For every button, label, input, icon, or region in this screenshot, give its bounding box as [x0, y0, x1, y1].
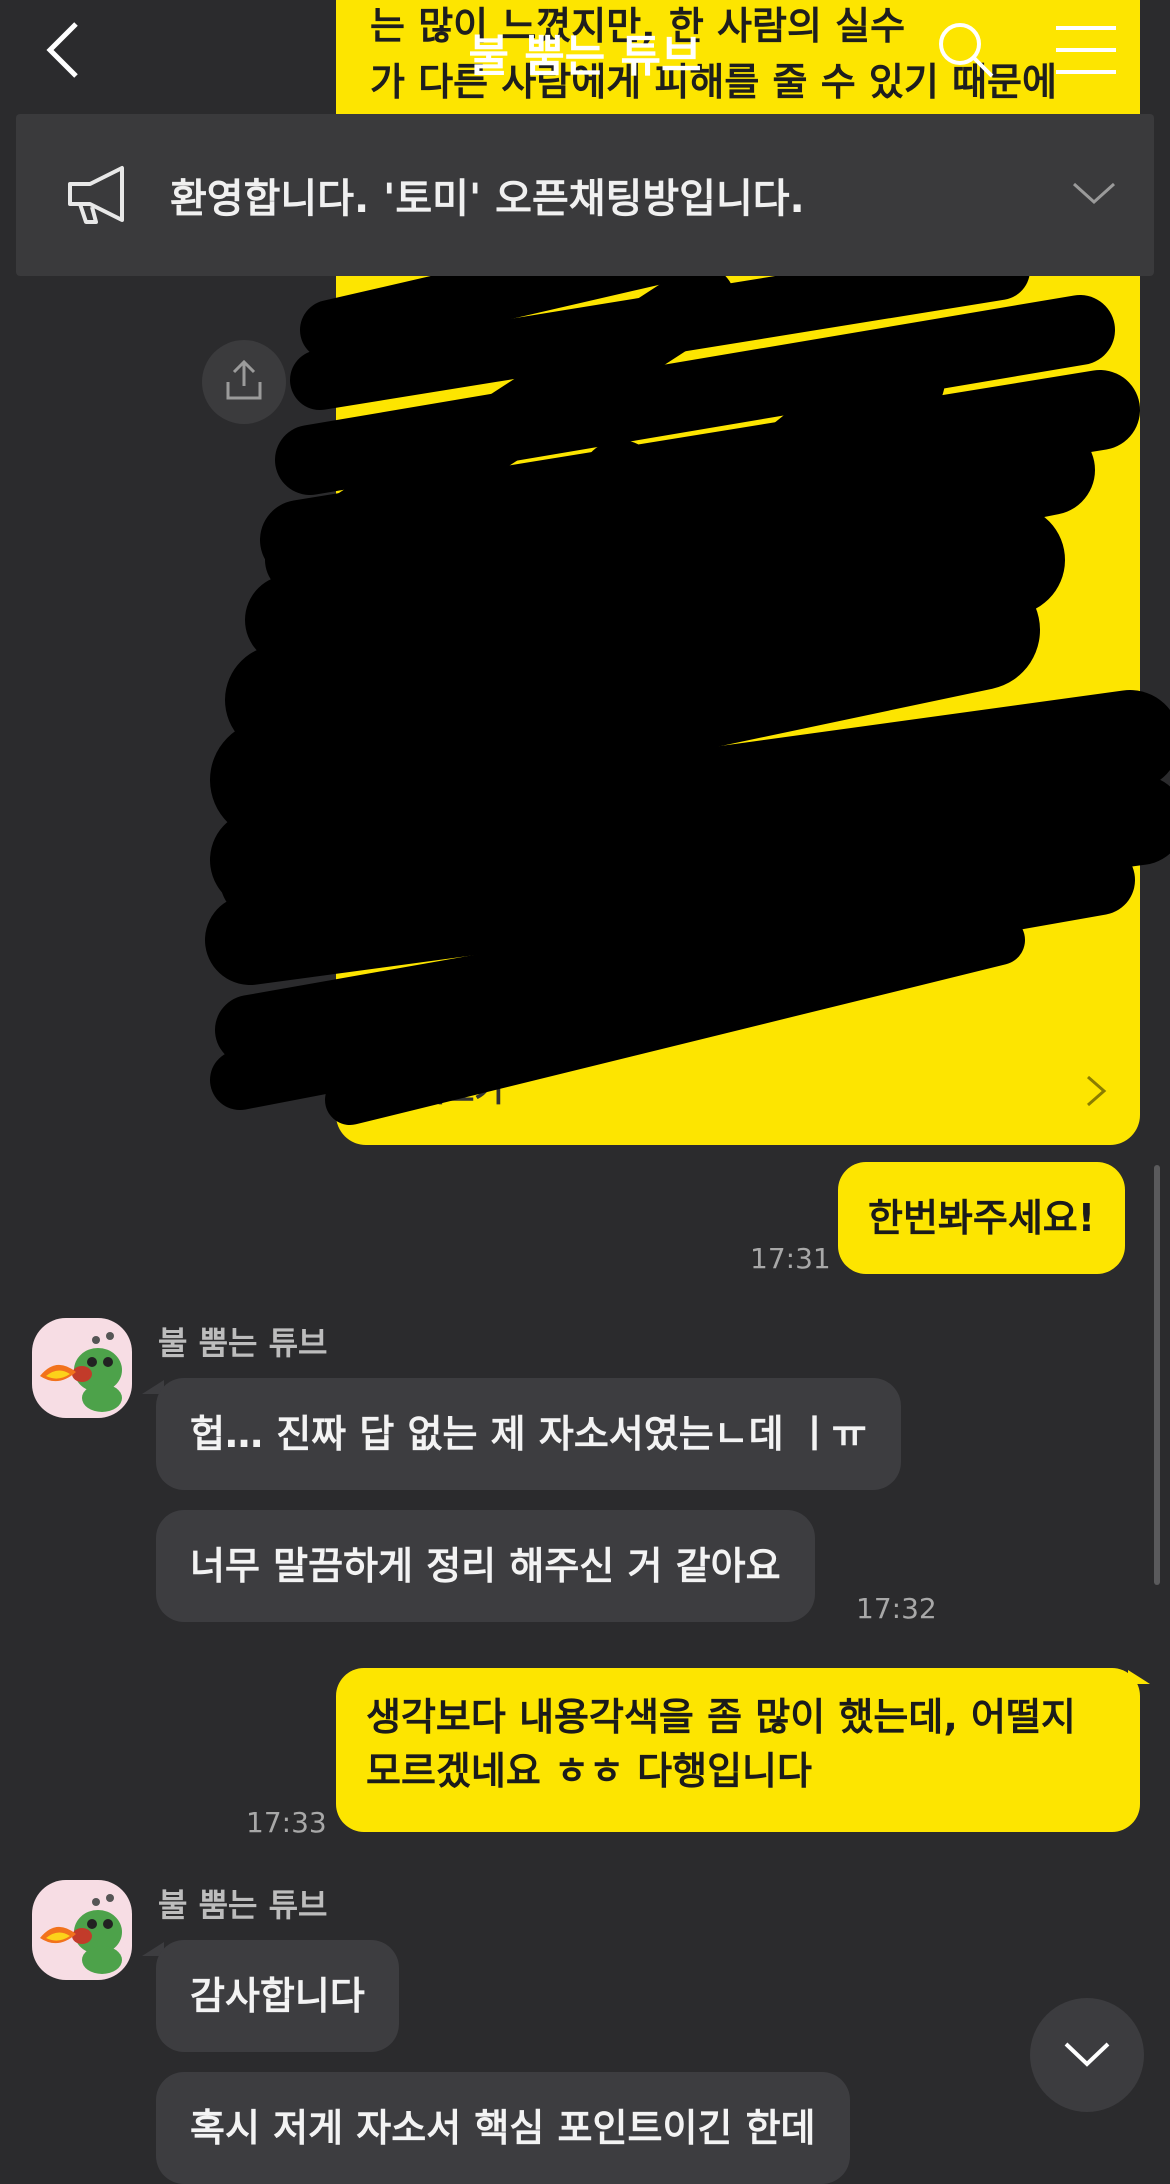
megaphone-icon [68, 166, 124, 224]
sender-name: 불 뿜는 튜브 [158, 1324, 328, 1362]
chevron-right-icon[interactable] [1080, 1071, 1110, 1111]
scroll-to-bottom-button[interactable] [1030, 1998, 1144, 2112]
menu-icon[interactable] [1054, 18, 1118, 82]
message-text: 너무 말끔하게 정리 해주신 거 같아요 [190, 1544, 781, 1588]
view-more-label[interactable]: 전체보기 [386, 1065, 504, 1111]
other-message-bubble[interactable]: 혹시 저게 자소서 핵심 포인트이긴 한데 [156, 2072, 850, 2184]
chat-header: 불 뿜는 튜브 [0, 0, 1170, 100]
my-message-bubble[interactable]: 생각보다 내용각색을 좀 많이 했는데, 어떨지 모르겠네요 ㅎㅎ 다행입니다 [336, 1668, 1140, 1832]
message-time: 17:32 [856, 1592, 937, 1625]
message-time: 17:31 [750, 1242, 831, 1275]
message-time: 17:33 [246, 1806, 327, 1839]
share-button[interactable] [202, 340, 286, 424]
fire-breathing-dino-icon [40, 1332, 122, 1412]
message-text: 혹시 저게 자소서 핵심 포인트이긴 한데 [190, 2106, 816, 2150]
notice-banner[interactable]: 환영합니다. '토미' 오픈채팅방입니다. [16, 114, 1154, 276]
bubble-tail [1128, 1670, 1150, 1684]
message-text: 한번봐주세요! [868, 1196, 1096, 1240]
scrollbar[interactable] [1154, 1165, 1160, 1585]
other-message-bubble[interactable]: 너무 말끔하게 정리 해주신 거 같아요 [156, 1510, 815, 1622]
sender-name: 불 뿜는 튜브 [158, 1886, 328, 1924]
fire-breathing-dino-icon [40, 1894, 122, 1974]
message-text-line: 생각보다 내용각색을 좀 많이 했는데, 어떨지 [366, 1695, 1076, 1739]
message-text-line: 모르겠네요 ㅎㅎ 다행입니다 [366, 1749, 812, 1793]
other-message-bubble[interactable]: 감사합니다 [156, 1940, 399, 2052]
message-text: 헙… 진짜 답 없는 제 자소서였는ㄴ데 ㅣㅠ [190, 1412, 867, 1456]
avatar[interactable] [32, 1880, 132, 1980]
avatar[interactable] [32, 1318, 132, 1418]
search-icon[interactable] [934, 18, 998, 82]
share-icon [226, 360, 262, 400]
message-text: 감사합니다 [190, 1974, 365, 2018]
chevron-down-icon[interactable] [1070, 178, 1118, 208]
chevron-down-icon [1064, 2042, 1110, 2067]
my-message-bubble[interactable]: 한번봐주세요! [838, 1162, 1126, 1274]
notice-text: 환영합니다. '토미' 오픈채팅방입니다. [170, 176, 805, 222]
other-message-bubble[interactable]: 헙… 진짜 답 없는 제 자소서였는ㄴ데 ㅣㅠ [156, 1378, 901, 1490]
